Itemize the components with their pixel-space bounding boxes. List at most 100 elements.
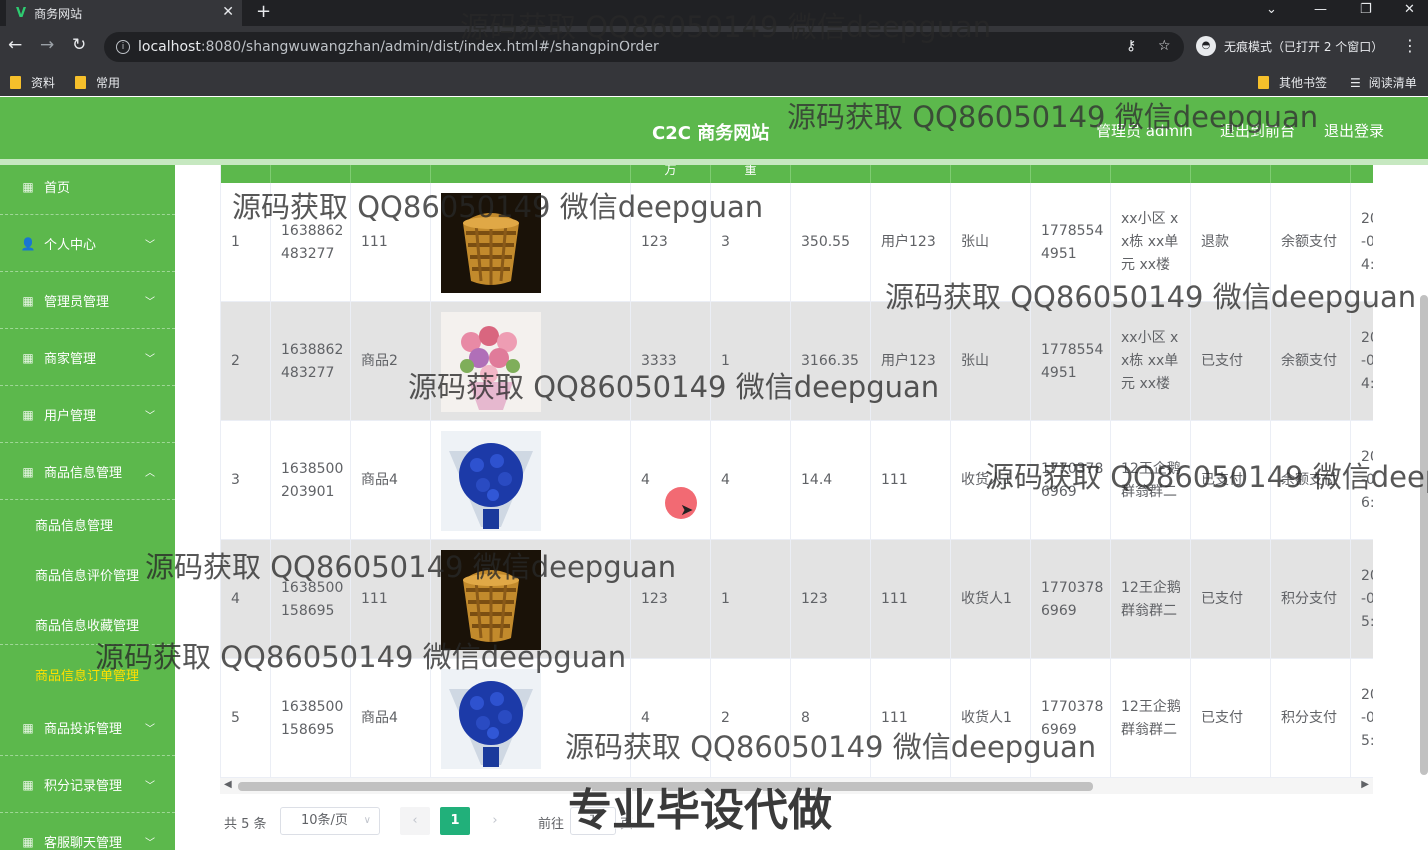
cell-index-text: 5 <box>231 710 240 726</box>
minimize-icon[interactable]: — <box>1314 2 1327 17</box>
back-to-front-link[interactable]: 退出到前台 <box>1220 120 1295 141</box>
cell-price-text: 4 <box>641 710 650 726</box>
sidebar-item-users[interactable]: ▦ 用户管理 ﹀ <box>0 387 175 443</box>
table-row[interactable]: 5 1638500 158695 商品4 4 2 8 111 收货人1 1770378 6969… <box>221 659 1373 778</box>
goods-icon: ▦ <box>22 464 34 479</box>
app-header: C2C 商务网站 管理员 admin 退出到前台 退出登录 <box>0 97 1428 159</box>
sidebar-item-complaints[interactable]: ▦ 商品投诉管理 ﹀ <box>0 700 175 756</box>
vertical-scrollbar[interactable] <box>1420 295 1428 775</box>
cell-time-text: 20 -0 6: <box>1361 449 1373 511</box>
cell-phone: 1770378 6969 <box>1031 421 1111 540</box>
sidebar-subitem-goods-review[interactable]: 商品信息评价管理 <box>35 565 139 584</box>
sidebar-subitem-goods-info[interactable]: 商品信息管理 <box>35 515 113 534</box>
close-window-icon[interactable]: ✕ <box>1404 2 1415 17</box>
logout-link[interactable]: 退出登录 <box>1324 120 1384 141</box>
close-tab-icon[interactable]: ✕ <box>222 4 234 20</box>
url-host: localhost <box>138 39 201 55</box>
page-size-select[interactable]: 10条/页 ∨ <box>280 807 380 835</box>
browser-tab[interactable]: V 商务网站 ✕ <box>6 0 242 26</box>
cell-status-text: 退款 <box>1201 234 1229 250</box>
cell-time: 20 -0 6: <box>1351 421 1373 540</box>
product-thumbnail[interactable] <box>441 430 541 531</box>
sidebar-item-goods[interactable]: ▦ 商品信息管理 ︿ <box>0 444 175 500</box>
cell-index: 2 <box>221 302 271 421</box>
scroll-left-icon[interactable]: ◀ <box>224 779 232 790</box>
sidebar-divider <box>0 644 175 645</box>
cell-user: 111 <box>871 421 951 540</box>
chevron-down-icon: ﹀ <box>145 781 155 792</box>
cell-price-text: 3333 <box>641 353 677 369</box>
reading-list[interactable]: ☰ 阅读清单 <box>1350 74 1417 91</box>
users-icon: ▦ <box>22 407 34 422</box>
cell-time-text: 20 -0 5: <box>1361 687 1373 749</box>
site-info-icon[interactable]: i <box>116 40 130 54</box>
mouse-cursor-icon: ➤ <box>680 500 694 519</box>
sidebar-item-label: 个人中心 <box>44 238 97 253</box>
other-bookmarks[interactable]: 其他书签 <box>1258 74 1327 91</box>
sidebar-subitem-goods-order[interactable]: 商品信息订单管理 <box>35 665 139 684</box>
bookmark-folder[interactable]: 资料 <box>10 74 55 91</box>
cell-status: 已支付 <box>1191 659 1271 778</box>
browser-menu-icon[interactable]: ⋮ <box>1402 36 1418 55</box>
sidebar-item-profile[interactable]: 👤 个人中心 ﹀ <box>0 216 175 272</box>
sidebar-item-chat[interactable]: ▦ 客服聊天管理 ﹀ <box>0 814 175 850</box>
cell-index-text: 1 <box>231 234 240 250</box>
cell-product-name: 111 <box>351 183 431 302</box>
table-row[interactable]: 3 1638500 203901 商品4 4 4 14.4 111 收货人1 1770378 6… <box>221 421 1373 540</box>
table-row[interactable]: 2 1638862 483277 商品2 3333 1 3166.35 用户123 张山 177… <box>221 302 1373 421</box>
cell-phone: 1770378 6969 <box>1031 659 1111 778</box>
table-row[interactable]: 1 1638862 483277 111 123 3 350.55 用户123 张山 17785… <box>221 183 1373 302</box>
table-header-cell <box>791 165 871 183</box>
forward-icon[interactable]: → <box>40 35 54 55</box>
cell-user-text: 用户123 <box>881 353 936 369</box>
next-page-button[interactable]: › <box>480 807 510 835</box>
table-row[interactable]: 4 1638500 158695 111 123 1 123 111 收货人1 1770378 … <box>221 540 1373 659</box>
sidebar-item-home[interactable]: ▦ 首页 <box>0 165 175 215</box>
cell-quantity: 4 <box>711 421 791 540</box>
chevron-down-icon: ﹀ <box>145 354 155 365</box>
bookmark-star-icon[interactable]: ☆ <box>1158 38 1171 54</box>
restore-icon[interactable]: ❐ <box>1360 2 1372 17</box>
cell-total: 3166.35 <box>791 302 871 421</box>
cell-status-text: 已支付 <box>1201 710 1243 726</box>
url-bar[interactable]: i localhost :8080/shangwuwangzhan/admin/… <box>104 32 1184 62</box>
product-thumbnail[interactable] <box>441 311 541 412</box>
cell-order-number-text: 1638862 483277 <box>281 341 344 381</box>
sidebar-item-merchants[interactable]: ▦ 商家管理 ﹀ <box>0 330 175 386</box>
sidebar-menu: ▦ 首页 👤 个人中心 ﹀ ▦ 管理员管理 ﹀ ▦ 商家管理 ﹀ ▦ 用户管理 … <box>0 165 175 850</box>
bookmark-folder[interactable]: 常用 <box>75 74 120 91</box>
cell-index: 4 <box>221 540 271 659</box>
scroll-right-icon[interactable]: ▶ <box>1361 779 1369 790</box>
chevron-down-icon: ﹀ <box>145 838 155 849</box>
table-header-cell <box>1031 165 1111 183</box>
cell-phone: 1770378 6969 <box>1031 540 1111 659</box>
sidebar-item-admins[interactable]: ▦ 管理员管理 ﹀ <box>0 273 175 329</box>
product-thumbnail[interactable] <box>441 549 541 650</box>
product-thumbnail[interactable] <box>441 668 541 769</box>
sidebar-item-points[interactable]: ▦ 积分记录管理 ﹀ <box>0 757 175 813</box>
cell-user-text: 111 <box>881 710 908 726</box>
cell-time-text: 20 -0 5: <box>1361 568 1373 630</box>
cell-pay-method-text: 余额支付 <box>1281 472 1337 488</box>
reload-icon[interactable]: ↻ <box>72 35 86 55</box>
pagination-total: 共 5 条 <box>224 817 267 832</box>
sidebar-subitem-goods-favorite[interactable]: 商品信息收藏管理 <box>35 615 139 634</box>
cell-address: xx小区 x x栋 xx单 元 xx楼 <box>1111 183 1191 302</box>
cell-status: 已支付 <box>1191 540 1271 659</box>
back-icon[interactable]: ← <box>8 35 22 55</box>
password-key-icon[interactable]: ⚷ <box>1126 38 1136 54</box>
cell-address-text: xx小区 x x栋 xx单 元 xx楼 <box>1121 330 1179 392</box>
chevron-down-icon: ﹀ <box>145 724 155 735</box>
chevron-down-icon: ∨ <box>363 815 371 826</box>
prev-page-button[interactable]: ‹ <box>400 807 430 835</box>
folder-icon <box>10 76 21 89</box>
cell-order-number: 1638862 483277 <box>271 183 351 302</box>
cell-order-number-text: 1638500 158695 <box>281 579 344 619</box>
page-number-active[interactable]: 1 <box>440 807 470 835</box>
cell-user: 111 <box>871 540 951 659</box>
product-thumbnail[interactable] <box>441 192 541 293</box>
incognito-indicator[interactable]: ◓ 无痕模式（已打开 2 个窗口） <box>1196 36 1383 56</box>
new-tab-button[interactable]: + <box>256 1 271 22</box>
tab-search-icon[interactable]: ⌄ <box>1266 2 1277 17</box>
cell-phone-text: 1778554 4951 <box>1041 222 1104 262</box>
